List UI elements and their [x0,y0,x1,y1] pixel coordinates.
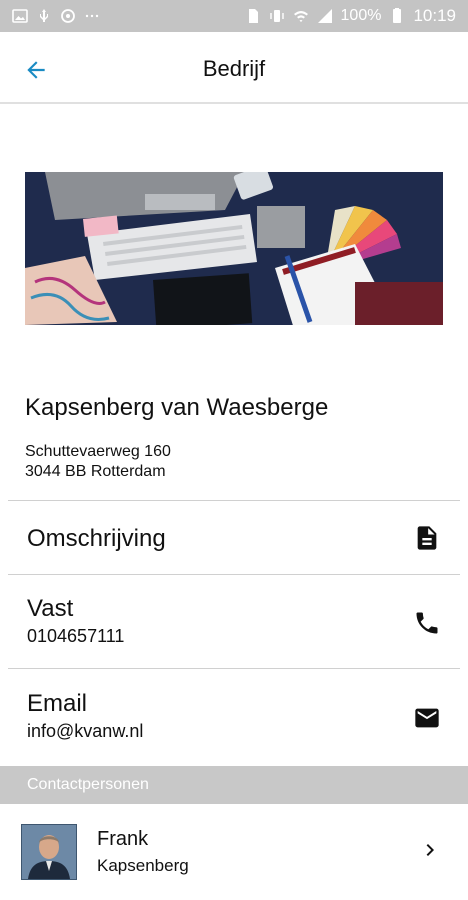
phone-label: Vast [27,595,74,622]
description-label: Omschrijving [27,525,166,552]
phone-number: 0104657111 [27,626,125,646]
company-banner-image [25,172,443,325]
divider [8,574,460,575]
battery-percent: 100% [340,7,382,24]
company-name: Kapsenberg van Waesberge [25,394,329,421]
status-bar: 100% 10:19 [0,0,468,32]
contact-last-name: Kapsenberg [97,856,189,875]
app-bar: Bedrijf [0,32,468,104]
avatar [21,824,77,880]
mail-icon[interactable] [412,703,442,733]
usb-icon [36,8,52,24]
contact-first-name: Frank [97,828,149,850]
status-bar-right: 100% 10:19 [245,6,456,26]
clock: 10:19 [413,6,456,25]
email-label: Email [27,690,88,717]
vibrate-icon [269,8,285,24]
status-bar-left [12,8,100,24]
divider [8,500,460,501]
more-icon [84,8,100,24]
document-icon[interactable] [412,523,442,553]
contact-list-item[interactable]: Frank Kapsenberg [0,804,468,900]
chevron-right-icon[interactable] [418,838,442,862]
sync-icon [60,8,76,24]
battery-icon [389,8,405,24]
contacts-section-header: Contactpersonen [0,766,468,804]
address-line-1: Schuttevaerweg 160 [25,443,171,460]
image-icon [12,8,28,24]
email-address: info@kvanw.nl [27,721,144,741]
page-title: Bedrijf [202,56,266,81]
phone-icon[interactable] [412,608,442,638]
divider [8,668,460,669]
address-line-2: 3044 BB Rotterdam [25,463,166,480]
signal-icon [317,8,333,24]
wifi-calling-icon [293,8,309,24]
sim-icon [245,8,261,24]
section-label: Contactpersonen [27,776,149,793]
